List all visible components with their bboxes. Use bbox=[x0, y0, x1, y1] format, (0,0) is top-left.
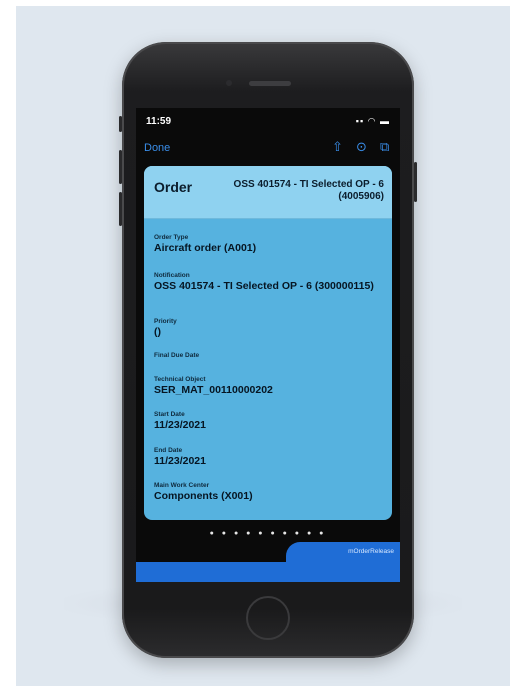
card-header: Order OSS 401574 - TI Selected OP - 6 (4… bbox=[144, 166, 392, 219]
field-technical-object: Technical Object SER_MAT_00110000202 bbox=[154, 376, 384, 396]
field-label: Priority bbox=[154, 318, 177, 325]
earpiece-speaker bbox=[249, 81, 291, 86]
phone-screen: 11:59 ▪▪ ◠ ▬ Done ⇧ ⊙ ⧉ Order OSS 401574… bbox=[136, 108, 400, 582]
field-label: Start Date bbox=[154, 411, 185, 418]
field-priority: Priority () bbox=[154, 318, 384, 338]
home-button[interactable] bbox=[246, 596, 290, 640]
field-label: Final Due Date bbox=[154, 352, 200, 359]
field-end-date: End Date 11/23/2021 bbox=[154, 447, 384, 467]
card-subtitle: OSS 401574 - TI Selected OP - 6 (4005906… bbox=[233, 179, 384, 202]
sync-icon[interactable]: ⊙ bbox=[356, 140, 367, 154]
field-notification: Notification OSS 401574 - TI Selected OP… bbox=[154, 272, 384, 292]
volume-down-button bbox=[119, 192, 122, 226]
bottom-tab-label[interactable]: mOrderRelease bbox=[286, 548, 394, 555]
field-value: 11/23/2021 bbox=[154, 455, 206, 467]
field-label: Technical Object bbox=[154, 376, 206, 383]
card-title: Order bbox=[154, 179, 193, 195]
field-start-date: Start Date 11/23/2021 bbox=[154, 411, 384, 431]
order-card[interactable]: Order OSS 401574 - TI Selected OP - 6 (4… bbox=[144, 166, 392, 520]
field-label: Notification bbox=[154, 272, 190, 279]
field-value: 11/23/2021 bbox=[154, 419, 206, 431]
field-main-work-center: Main Work Center Components (X001) bbox=[154, 482, 384, 502]
mute-switch bbox=[119, 116, 122, 132]
bottom-bar bbox=[136, 562, 400, 582]
field-label: End Date bbox=[154, 447, 183, 454]
status-time: 11:59 bbox=[146, 116, 172, 127]
field-value: OSS 401574 - TI Selected OP - 6 (3000001… bbox=[154, 280, 374, 292]
field-final-due-date: Final Due Date bbox=[154, 352, 384, 360]
field-value: Aircraft order (A001) bbox=[154, 242, 257, 254]
field-value: SER_MAT_00110000202 bbox=[154, 384, 273, 396]
power-button bbox=[414, 162, 417, 202]
phone-device: 11:59 ▪▪ ◠ ▬ Done ⇧ ⊙ ⧉ Order OSS 401574… bbox=[119, 42, 417, 658]
page-indicator[interactable]: ● ● ● ● ● ● ● ● ● ● bbox=[136, 530, 400, 537]
volume-up-button bbox=[119, 150, 122, 184]
field-order-type: Order Type Aircraft order (A001) bbox=[154, 234, 384, 254]
share-icon[interactable]: ⇧ bbox=[332, 140, 343, 154]
field-value: () bbox=[154, 326, 161, 338]
status-icons: ▪▪ ◠ ▬ bbox=[355, 116, 390, 126]
field-label: Order Type bbox=[154, 234, 189, 241]
done-button[interactable]: Done bbox=[144, 142, 170, 154]
field-value: Components (X001) bbox=[154, 490, 253, 502]
edit-icon[interactable]: ⧉ bbox=[380, 140, 389, 154]
front-camera bbox=[226, 80, 232, 86]
field-label: Main Work Center bbox=[154, 482, 210, 489]
